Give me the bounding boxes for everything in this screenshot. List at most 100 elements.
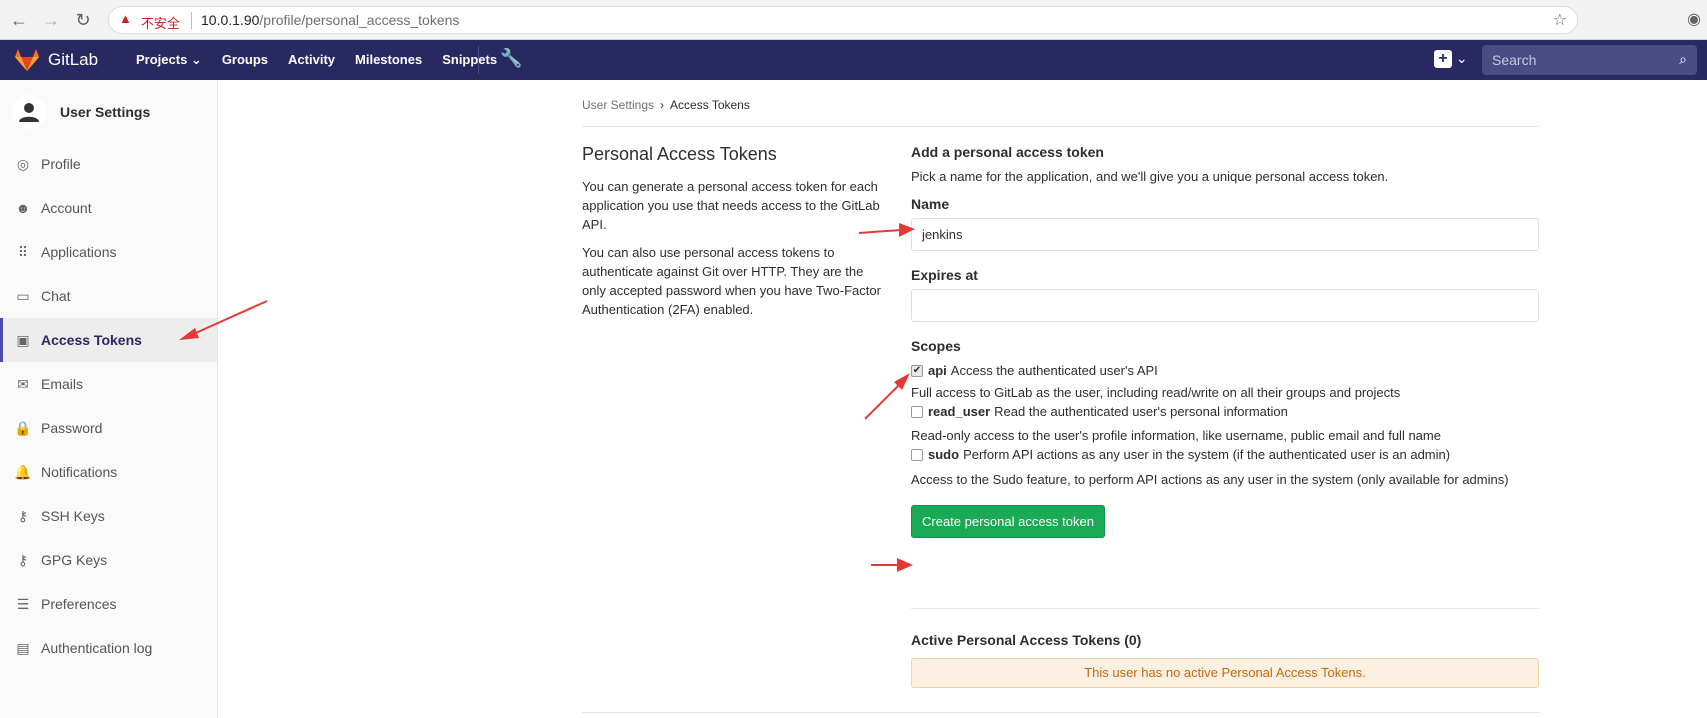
insecure-label: 不安全 <box>141 16 181 31</box>
scope-read-user-desc: Read the authenticated user's personal i… <box>994 404 1288 419</box>
sidebar-item-label: Emails <box>41 376 84 392</box>
plus-icon: + <box>1434 50 1452 68</box>
address-bar[interactable]: ▲ 不安全 10.0.1.90/profile/personal_access_… <box>108 6 1578 34</box>
chevron-right-icon: › <box>660 98 665 112</box>
active-tokens-heading: Active Personal Access Tokens (0) <box>911 632 1142 648</box>
scope-read-user: read_user Read the authenticated user's … <box>911 404 1539 419</box>
nav-groups[interactable]: Groups <box>222 52 268 68</box>
settings-sidebar: User Settings ◎ Profile ☻ Account ⠿ Applica… <box>0 80 218 718</box>
expires-label: Expires at <box>911 267 978 283</box>
chevron-down-icon: ⌄ <box>1455 50 1468 66</box>
gitlab-navbar: GitLab Projects ⌄ Groups Activity Milest… <box>0 40 1707 80</box>
sidebar-item-ssh-keys[interactable]: ⚷ SSH Keys <box>0 494 217 538</box>
forward-arrow-icon[interactable]: → <box>40 9 62 31</box>
breadcrumb-current[interactable]: Access Tokens <box>670 98 750 112</box>
user-avatar-icon <box>12 95 46 129</box>
scope-sudo: sudo Perform API actions as any user in … <box>911 447 1539 462</box>
gitlab-logo-icon[interactable] <box>14 47 40 73</box>
sliders-icon: ☰ <box>16 595 30 612</box>
sidebar-item-label: Profile <box>41 156 81 172</box>
sidebar-item-label: Applications <box>41 244 117 260</box>
sidebar-header[interactable]: User Settings <box>12 92 150 132</box>
back-arrow-icon[interactable]: ← <box>8 9 30 31</box>
scope-api-name: api <box>928 363 947 378</box>
omnibox-divider <box>191 12 192 29</box>
email-icon: ✉ <box>17 375 29 392</box>
bell-icon: 🔔 <box>14 463 32 480</box>
reload-icon[interactable]: ↻ <box>72 9 94 31</box>
breadcrumb: User Settings › Access Tokens <box>582 98 750 112</box>
scope-sudo-checkbox[interactable] <box>911 448 923 461</box>
nav-divider <box>478 46 479 74</box>
annotation-arrow-icon <box>864 373 910 420</box>
scopes-label: Scopes <box>911 338 961 354</box>
wrench-icon[interactable]: 🔧 <box>500 48 522 69</box>
nav-snippets[interactable]: Snippets <box>442 52 497 68</box>
token-form: Add a personal access token Pick a name … <box>911 144 1539 538</box>
sidebar-title: User Settings <box>60 104 151 120</box>
annotation-arrow-icon <box>871 558 913 572</box>
sidebar-item-label: Authentication log <box>41 640 153 656</box>
scope-read-user-help: Read-only access to the user's profile i… <box>911 428 1441 443</box>
sidebar-item-emails[interactable]: ✉ Emails <box>0 362 217 406</box>
name-label: Name <box>911 196 950 212</box>
sidebar-item-applications[interactable]: ⠿ Applications <box>0 230 217 274</box>
intro-column: Personal Access Tokens You can generate … <box>582 144 882 328</box>
brand-name[interactable]: GitLab <box>48 50 98 70</box>
url-path: /profile/personal_access_tokens <box>259 12 460 28</box>
key-icon: ⚷ <box>17 507 29 524</box>
key-icon: ⚷ <box>17 551 29 568</box>
browser-toolbar: ← → ↻ ▲ 不安全 10.0.1.90/profile/personal_a… <box>0 0 1707 40</box>
scope-sudo-name: sudo <box>928 447 960 462</box>
sidebar-item-label: Notifications <box>41 464 118 480</box>
sidebar-item-preferences[interactable]: ☰ Preferences <box>0 582 217 626</box>
sidebar-item-label: SSH Keys <box>41 508 105 524</box>
scope-sudo-desc: Perform API actions as any user in the s… <box>963 447 1451 462</box>
nav-projects[interactable]: Projects ⌄ <box>136 52 202 68</box>
applications-icon: ⠿ <box>17 243 29 260</box>
form-heading: Add a personal access token <box>911 144 1104 160</box>
log-icon: ▤ <box>16 639 30 656</box>
divider <box>582 712 1540 713</box>
account-icon: ☻ <box>15 200 31 216</box>
token-icon: ▣ <box>16 331 30 348</box>
scope-api: ✔ api Access the authenticated user's AP… <box>911 363 1539 378</box>
new-dropdown-button[interactable]: + ⌄ <box>1434 50 1472 70</box>
sidebar-item-password[interactable]: 🔒 Password <box>0 406 217 450</box>
nav-activity[interactable]: Activity <box>288 52 335 68</box>
annotation-arrow-icon <box>179 300 268 340</box>
sidebar-item-label: Access Tokens <box>41 332 142 348</box>
sidebar-item-account[interactable]: ☻ Account <box>0 186 217 230</box>
sidebar-item-gpg-keys[interactable]: ⚷ GPG Keys <box>0 538 217 582</box>
browser-account-icon[interactable]: ◉ <box>1687 9 1701 29</box>
sidebar-item-label: Password <box>41 420 103 436</box>
url-text: 10.0.1.90/profile/personal_access_tokens <box>201 12 459 28</box>
chat-icon: ▭ <box>16 287 30 304</box>
no-tokens-alert: This user has no active Personal Access … <box>911 658 1539 688</box>
sidebar-item-label: Preferences <box>41 596 117 612</box>
nav-links: Projects ⌄ Groups Activity Milestones Sn… <box>136 52 517 68</box>
intro-paragraph-1: You can generate a personal access token… <box>582 179 880 232</box>
expires-input[interactable] <box>911 289 1539 322</box>
submit-row: Create personal access token <box>911 505 1539 538</box>
bookmark-star-icon[interactable]: ☆ <box>1553 10 1567 30</box>
annotation-arrow-icon <box>858 223 915 237</box>
sidebar-item-authentication-log[interactable]: ▤ Authentication log <box>0 626 217 670</box>
search-placeholder: Search <box>1492 52 1537 68</box>
warning-icon: ▲ <box>119 11 132 26</box>
search-icon: ⌕ <box>1679 51 1687 67</box>
scope-api-desc: Access the authenticated user's API <box>950 363 1158 378</box>
sidebar-item-label: Chat <box>41 288 71 304</box>
sidebar-item-profile[interactable]: ◎ Profile <box>0 142 217 186</box>
sidebar-item-label: Account <box>41 200 92 216</box>
page-title: Personal Access Tokens <box>582 144 777 164</box>
sidebar-items: ◎ Profile ☻ Account ⠿ Applications ▭ Chat ▣ A… <box>0 142 217 670</box>
breadcrumb-parent[interactable]: User Settings <box>582 98 654 112</box>
create-token-button[interactable]: Create personal access token <box>911 505 1105 538</box>
search-input[interactable]: Search ⌕ <box>1482 45 1697 75</box>
name-input[interactable]: jenkins <box>911 218 1539 251</box>
scope-api-help: Full access to GitLab as the user, inclu… <box>911 385 1401 400</box>
sidebar-item-notifications[interactable]: 🔔 Notifications <box>0 450 217 494</box>
url-host: 10.0.1.90 <box>201 12 260 28</box>
nav-milestones[interactable]: Milestones <box>355 52 422 68</box>
